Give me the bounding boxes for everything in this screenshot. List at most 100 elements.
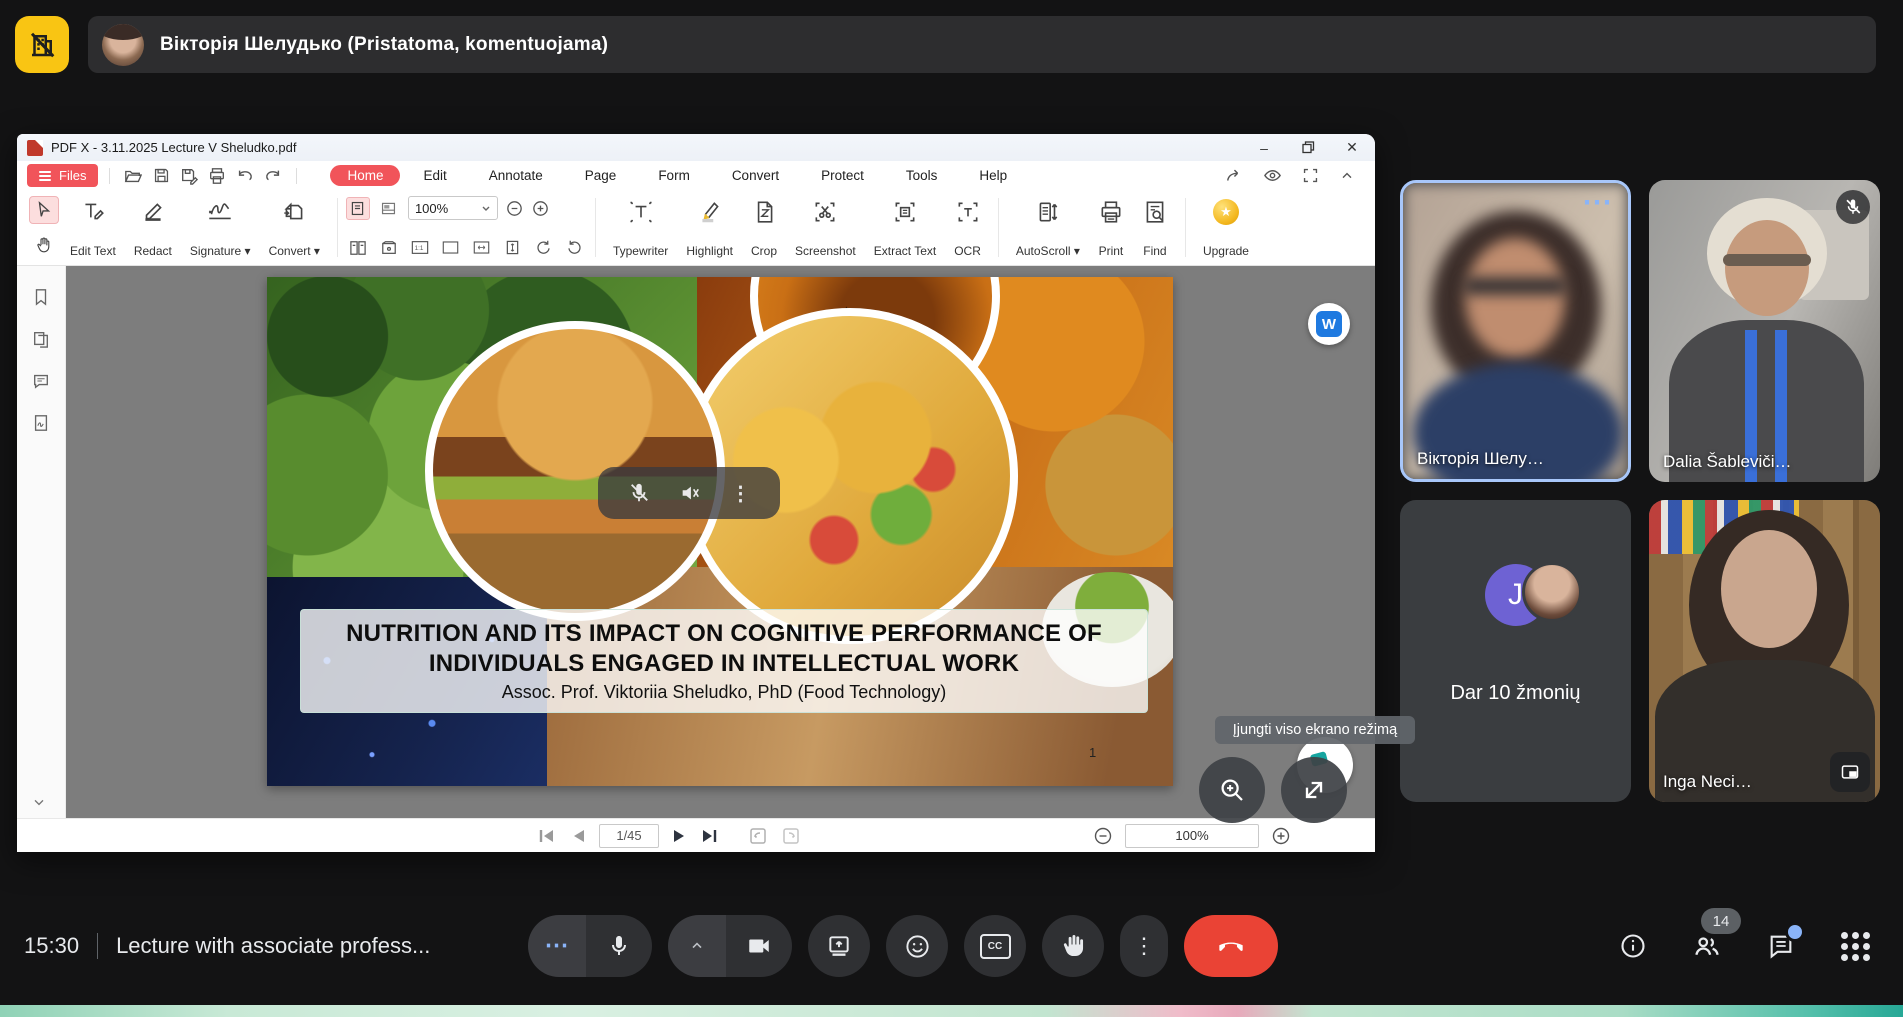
reactions-button[interactable] <box>886 915 948 977</box>
statusbar-zoom-value[interactable]: 100% <box>1125 824 1259 848</box>
chat-button[interactable] <box>1759 924 1803 968</box>
fit-height-icon[interactable] <box>501 236 525 259</box>
rotate-cw-icon[interactable] <box>532 236 556 259</box>
edit-text-button[interactable]: Edit Text <box>61 190 125 265</box>
menu-tools[interactable]: Tools <box>887 165 957 186</box>
meeting-details-button[interactable] <box>1611 924 1655 968</box>
menu-form[interactable]: Form <box>639 165 709 186</box>
screenshot-button[interactable]: Screenshot <box>786 190 865 265</box>
extract-text-button[interactable]: Extract Text <box>865 190 945 265</box>
open-file-icon[interactable] <box>121 165 145 187</box>
previous-view-button[interactable] <box>748 826 768 846</box>
restore-button[interactable] <box>1301 141 1315 155</box>
highlight-button[interactable]: Highlight <box>677 190 742 265</box>
menu-annotate[interactable]: Annotate <box>470 165 562 186</box>
speaker-off-icon[interactable] <box>679 482 701 504</box>
eye-icon[interactable] <box>1263 166 1282 185</box>
save-as-icon[interactable] <box>177 165 201 187</box>
menu-page[interactable]: Page <box>566 165 636 186</box>
rotate-ccw-icon[interactable] <box>563 236 587 259</box>
actual-size-icon[interactable]: 1:1 <box>408 236 432 259</box>
video-tile-inga[interactable]: Inga Neci… <box>1649 500 1880 802</box>
close-button[interactable]: ✕ <box>1345 141 1359 155</box>
tile-options-icon[interactable]: ⋯ <box>1582 185 1614 220</box>
overlay-more-icon[interactable]: ⋮ <box>731 481 751 506</box>
pdf-page-canvas[interactable]: ✸ ✸ ⋮ NU <box>66 266 1375 818</box>
mic-off-icon[interactable] <box>628 482 650 504</box>
divider <box>1185 198 1186 257</box>
minimize-button[interactable]: – <box>1257 141 1271 155</box>
print-button[interactable]: Print <box>1089 190 1133 265</box>
participants-count-badge: 14 <box>1701 908 1741 934</box>
autoscroll-button[interactable]: AutoScroll ▾ <box>1007 190 1089 265</box>
upgrade-coin-icon: ★ <box>1213 199 1239 225</box>
first-page-button[interactable] <box>537 827 557 845</box>
participants-button[interactable]: 14 <box>1685 924 1729 968</box>
files-menu-button[interactable]: Files <box>27 164 98 187</box>
present-screen-button[interactable] <box>808 915 870 977</box>
previous-page-button[interactable] <box>570 827 586 845</box>
crop-button[interactable]: Crop <box>742 190 786 265</box>
typewriter-button[interactable]: Typewriter <box>604 190 677 265</box>
share-icon[interactable] <box>1225 167 1243 185</box>
hand-pan-tool[interactable] <box>29 231 59 259</box>
audio-options-button[interactable]: ⋯ <box>528 915 586 977</box>
redact-button[interactable]: Redact <box>125 190 181 265</box>
select-tools <box>27 190 61 265</box>
menu-edit[interactable]: Edit <box>404 165 465 186</box>
mic-toggle-button[interactable] <box>586 915 652 977</box>
signatures-panel-icon[interactable] <box>32 414 50 432</box>
save-icon[interactable] <box>149 165 173 187</box>
picture-in-picture-button[interactable] <box>1830 752 1870 792</box>
activities-button[interactable] <box>1833 924 1877 968</box>
grid-icon <box>1841 932 1870 961</box>
captions-button[interactable]: CC <box>964 915 1026 977</box>
booklet-view-icon[interactable] <box>377 236 401 259</box>
zoom-out-icon[interactable] <box>505 199 524 218</box>
menu-convert[interactable]: Convert <box>713 165 798 186</box>
fit-page-icon[interactable] <box>439 236 463 259</box>
menu-help[interactable]: Help <box>960 165 1026 186</box>
undo-icon[interactable] <box>233 165 257 187</box>
convert-button[interactable]: Convert ▾ <box>260 190 329 265</box>
redo-icon[interactable] <box>261 165 285 187</box>
fullscreen-icon[interactable] <box>1302 167 1319 184</box>
enter-fullscreen-button[interactable] <box>1281 757 1347 823</box>
menu-protect[interactable]: Protect <box>802 165 883 186</box>
video-options-button[interactable] <box>668 915 726 977</box>
next-page-button[interactable] <box>672 827 688 845</box>
fit-width-icon[interactable] <box>470 236 494 259</box>
collapse-toolbar-icon[interactable] <box>1339 168 1355 184</box>
video-tile-dalia[interactable]: Dalia Šableviči… <box>1649 180 1880 482</box>
pdf-titlebar[interactable]: PDF X - 3.11.2025 Lecture V Sheludko.pdf… <box>17 134 1375 161</box>
zoom-level-select[interactable]: 100% <box>408 196 498 220</box>
signature-button[interactable]: Signature ▾ <box>181 190 260 265</box>
page-number-input[interactable]: 1/45 <box>599 824 659 848</box>
comments-panel-icon[interactable] <box>32 372 50 390</box>
zoom-content-button[interactable] <box>1199 757 1265 823</box>
sidebar-collapse-icon[interactable] <box>31 794 47 810</box>
quick-print-icon[interactable] <box>205 165 229 187</box>
menu-home[interactable]: Home <box>330 165 400 186</box>
zoom-in-icon[interactable] <box>531 199 550 218</box>
camera-toggle-button[interactable] <box>726 915 792 977</box>
last-page-button[interactable] <box>701 827 721 845</box>
raise-hand-button[interactable] <box>1042 915 1104 977</box>
continuous-view-icon[interactable] <box>377 197 401 220</box>
statusbar-zoom-out-icon[interactable] <box>1093 826 1113 846</box>
next-view-button[interactable] <box>781 826 801 846</box>
two-page-view-icon[interactable] <box>346 236 370 259</box>
more-options-button[interactable]: ⋮ <box>1120 915 1168 977</box>
statusbar-zoom-in-icon[interactable] <box>1271 826 1291 846</box>
bookmarks-panel-icon[interactable] <box>32 288 50 306</box>
convert-to-word-widget[interactable]: W <box>1308 303 1350 345</box>
ocr-button[interactable]: OCR <box>945 190 990 265</box>
upgrade-button[interactable]: ★ Upgrade <box>1194 190 1258 265</box>
select-cursor-tool[interactable] <box>29 196 59 224</box>
video-tile-viktoriia[interactable]: ⋯ Вікторія Шелу… <box>1400 180 1631 482</box>
video-tile-overflow[interactable]: J Dar 10 žmonių <box>1400 500 1631 802</box>
find-button[interactable]: Find <box>1133 190 1177 265</box>
single-page-view-icon[interactable] <box>346 197 370 220</box>
pages-panel-icon[interactable] <box>32 330 50 348</box>
end-call-button[interactable] <box>1184 915 1278 977</box>
